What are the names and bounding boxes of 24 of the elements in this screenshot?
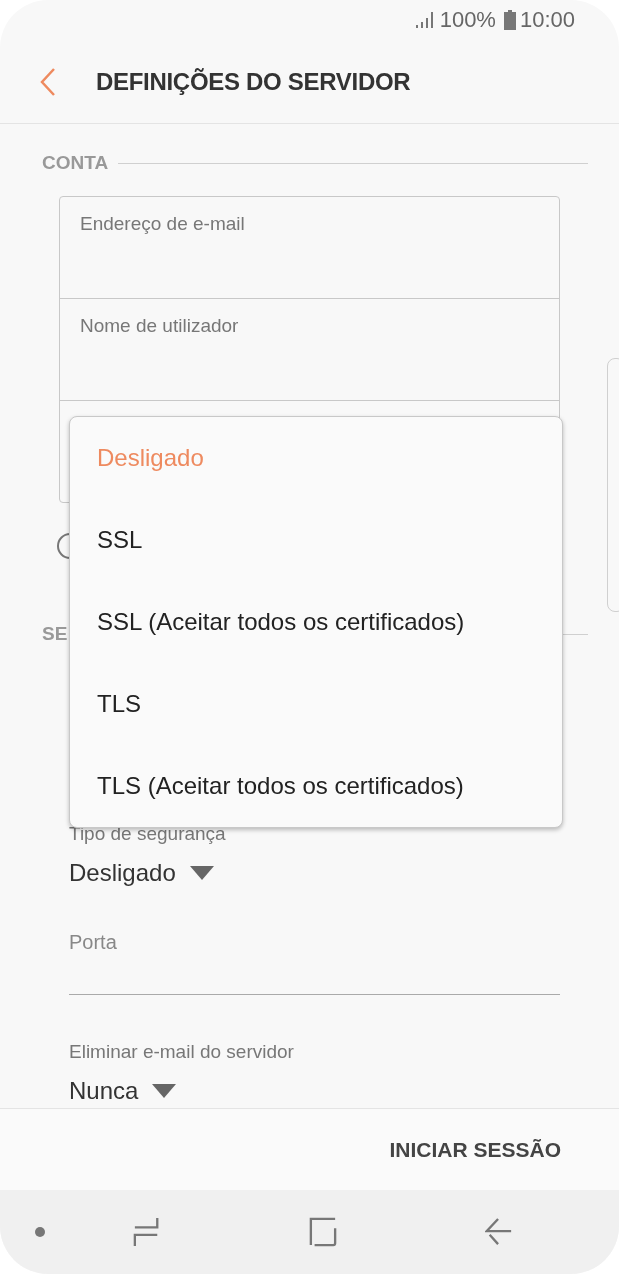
caret-icon <box>152 1084 177 1098</box>
menu-option[interactable]: SSL (Aceitar todos os certificados) <box>70 581 562 663</box>
delete-dropdown[interactable]: Nunca <box>69 1077 177 1105</box>
input-field[interactable]: Endereço de e-mail <box>59 196 560 299</box>
signal-icon <box>413 11 436 29</box>
battery-level: 100% <box>439 7 496 33</box>
field-label: Eliminar e-mail do servidor <box>69 1041 295 1063</box>
home-icon[interactable] <box>309 1217 337 1247</box>
login-button[interactable]: INICIAR SESSÃO <box>389 1130 561 1170</box>
port-field[interactable]: Porta <box>69 929 560 995</box>
back-icon[interactable] <box>485 1217 513 1247</box>
section-heading: SE <box>42 623 68 645</box>
caret-icon <box>189 866 214 880</box>
menu-option[interactable]: TLS <box>70 663 562 745</box>
menu-option[interactable]: SSL <box>70 499 562 581</box>
battery-icon <box>503 10 516 30</box>
input-field[interactable]: Nome de utilizador <box>59 298 560 401</box>
section-heading: CONTA <box>42 152 109 174</box>
screen-title: DEFINIÇÕES DO SERVIDOR <box>96 67 411 96</box>
recents-icon[interactable] <box>133 1217 161 1247</box>
security-dropdown[interactable]: Desligado <box>69 859 214 887</box>
dot-icon[interactable] <box>35 1227 45 1237</box>
clock: 10:00 <box>519 7 575 33</box>
back-icon[interactable] <box>40 66 56 97</box>
